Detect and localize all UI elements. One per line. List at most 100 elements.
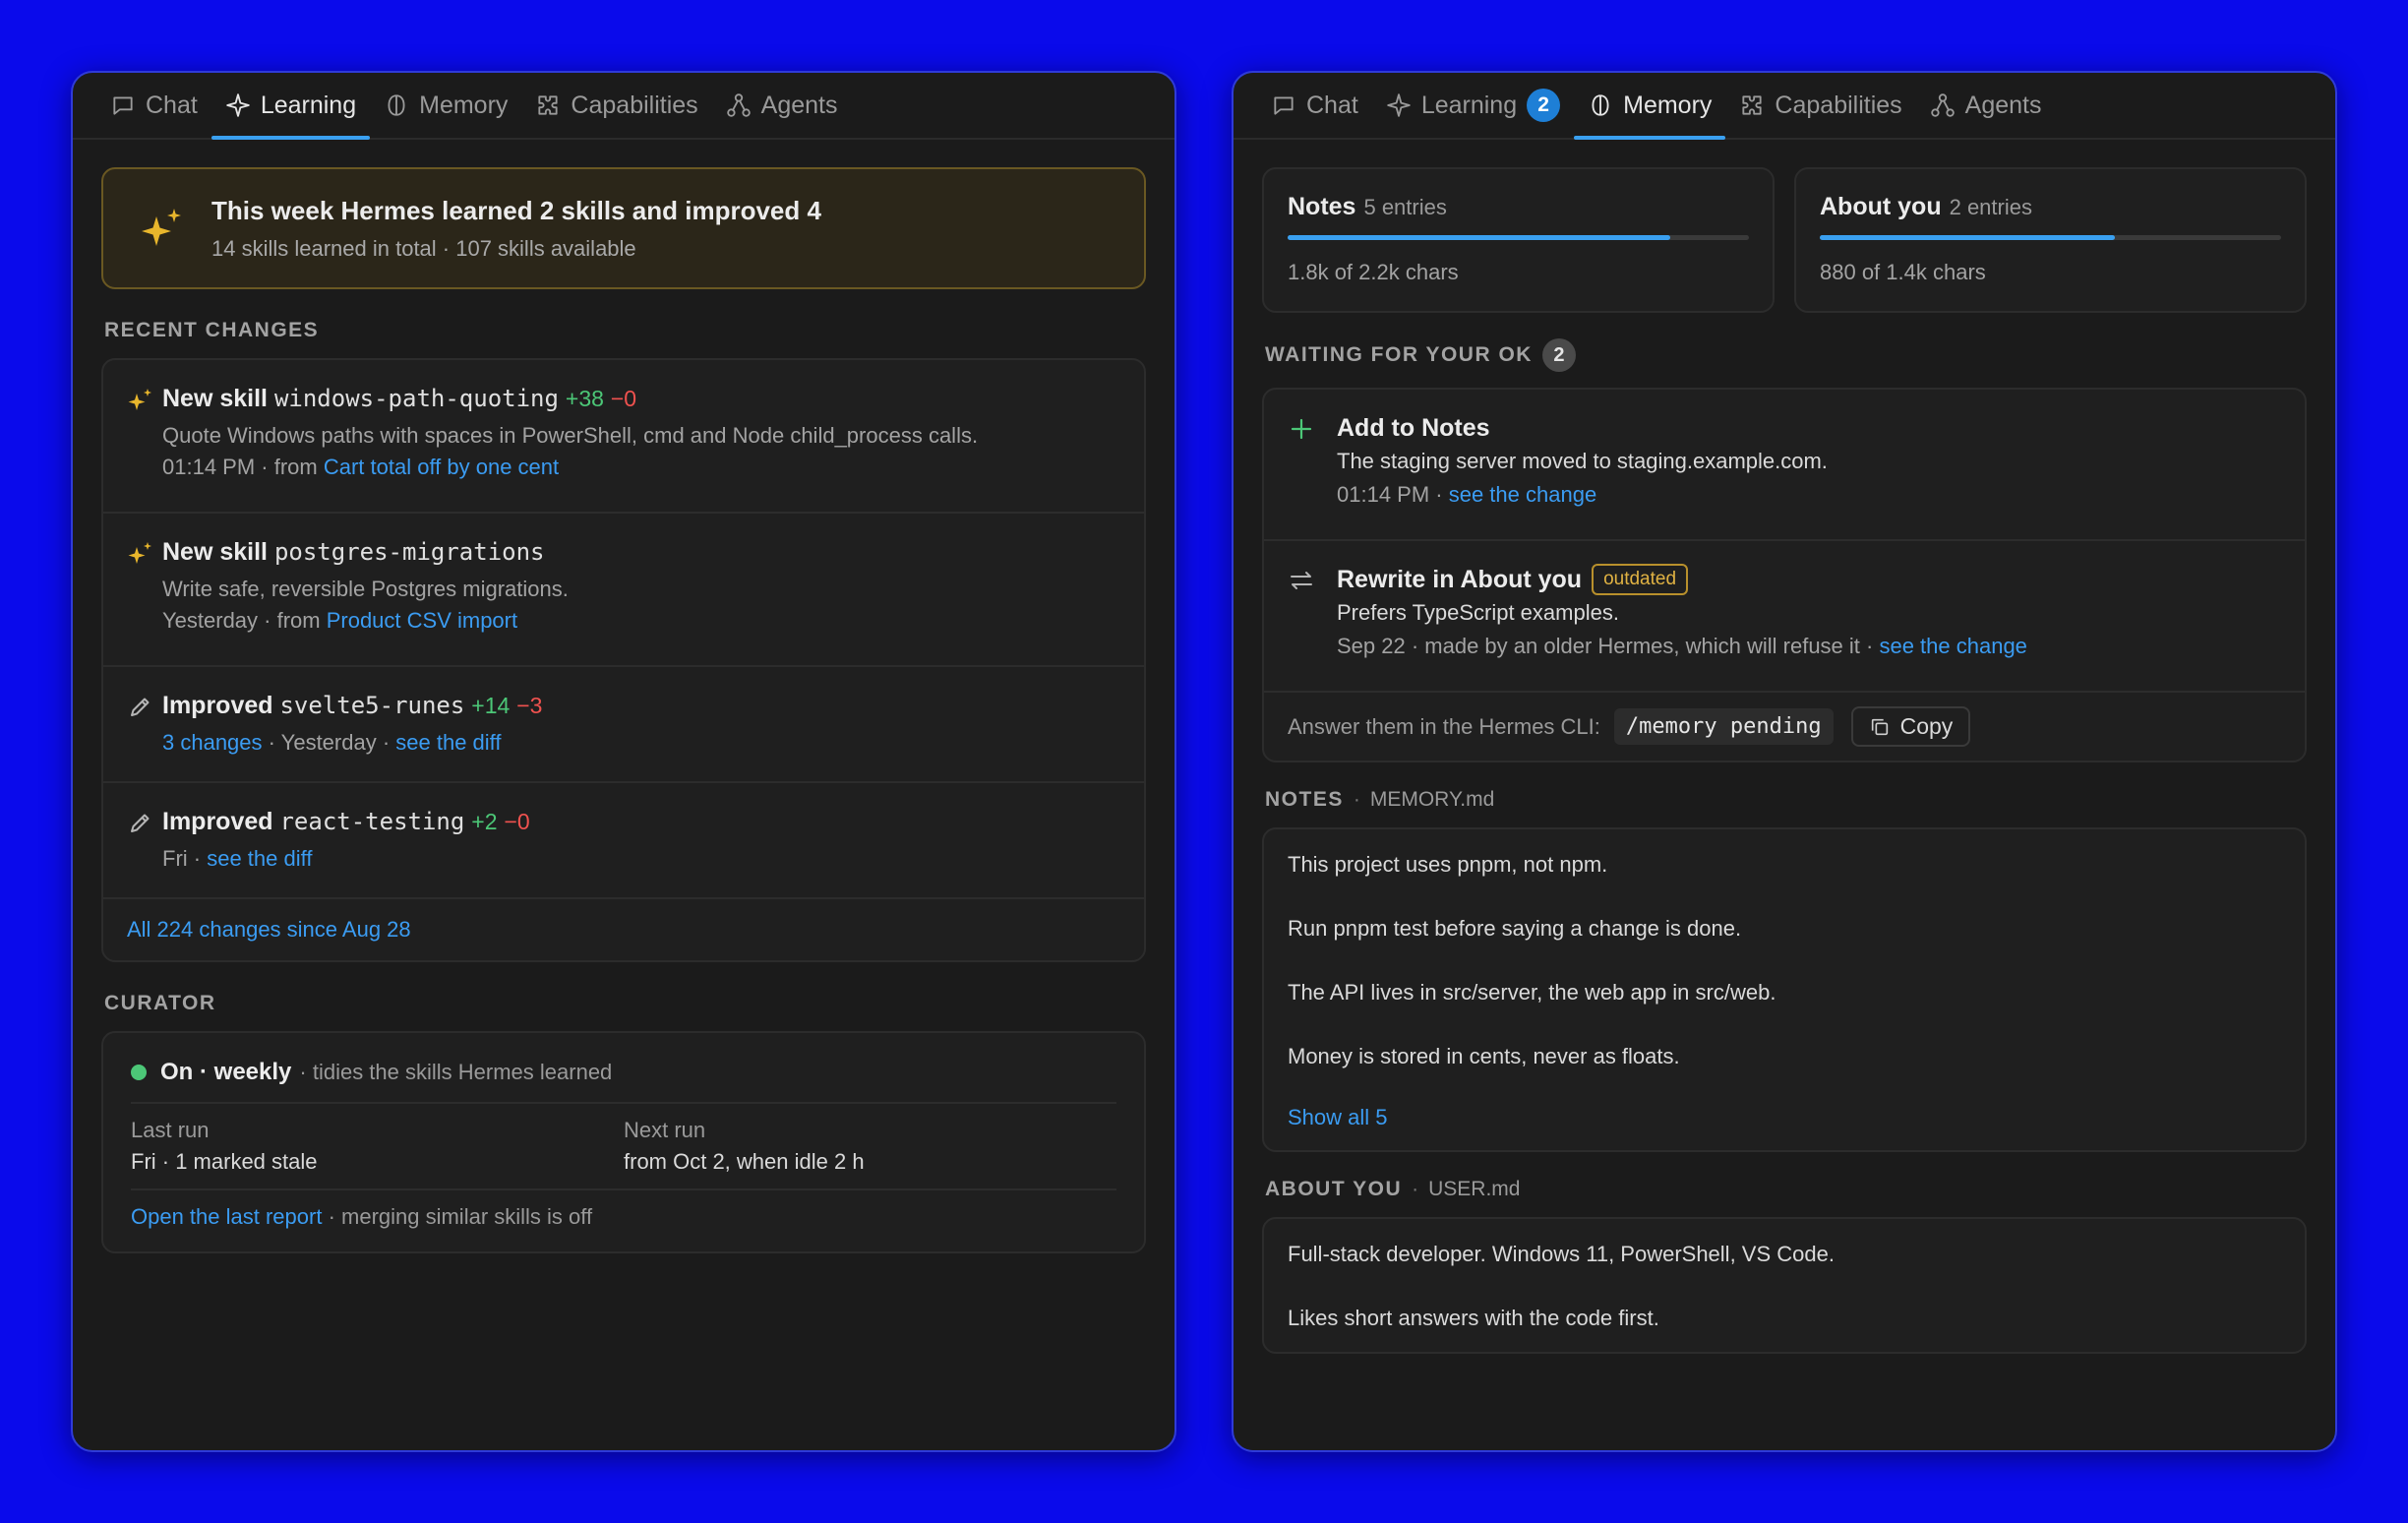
puzzle-icon (1742, 95, 1763, 115)
change-meta: Fri · (162, 846, 208, 871)
about-file: USER.md (1428, 1178, 1521, 1200)
tab-memory[interactable]: Memory (370, 73, 521, 138)
cli-text: Answer them in the Hermes CLI: (1288, 713, 1600, 739)
change-item: New skill windows-path-quoting +38 −0 Qu… (103, 360, 1144, 514)
tab-learning[interactable]: Learning 2 (1372, 73, 1574, 138)
weekly-summary-banner: This week Hermes learned 2 skills and im… (101, 167, 1146, 289)
learning-count-badge: 2 (1527, 89, 1561, 122)
notes-list: This project uses pnpm, not npm. Run pnp… (1262, 827, 2307, 1152)
next-run-label: Next run (624, 1118, 706, 1142)
diff-link[interactable]: see the diff (395, 730, 501, 755)
brain-icon (1592, 94, 1609, 116)
status-dot (131, 1065, 147, 1080)
sparkles-icon (128, 389, 151, 410)
diff-link[interactable]: see the diff (207, 846, 312, 871)
tab-capabilities[interactable]: Capabilities (1725, 73, 1915, 138)
sparkle-icon (226, 93, 250, 117)
changes-count-link[interactable]: 3 changes (162, 730, 263, 755)
show-all-link[interactable]: Show all 5 (1288, 1105, 1388, 1129)
tab-bar: Chat Learning Memory Capabilities Agents (73, 73, 1174, 140)
skill-name: windows-path-quoting (273, 385, 559, 412)
about-label: ABOUT YOU (1265, 1178, 1403, 1200)
tab-label: Chat (1306, 91, 1358, 119)
tab-agents[interactable]: Agents (1916, 73, 2056, 138)
change-description: Write safe, reversible Postgres migratio… (162, 577, 569, 601)
waiting-heading: WAITING FOR YOUR OK 2 (1265, 338, 2304, 372)
waiting-label: WAITING FOR YOUR OK (1265, 343, 1533, 366)
tab-label: Memory (419, 91, 509, 119)
lines-removed: −0 (504, 809, 530, 834)
skill-name: svelte5-runes (279, 692, 465, 719)
pending-changes-card: Add to Notes The staging server moved to… (1262, 388, 2307, 762)
plus-icon (1291, 418, 1312, 440)
puzzle-icon (538, 95, 559, 115)
note-entry: Money is stored in cents, never as float… (1288, 1044, 1680, 1068)
usage-bar (1288, 235, 1749, 240)
next-run-value: from Oct 2, when idle 2 h (624, 1149, 865, 1174)
source-link[interactable]: Product CSV import (327, 608, 517, 633)
sparkle-icon (1387, 93, 1411, 117)
copy-icon (1871, 718, 1888, 735)
lines-added: +2 (471, 809, 498, 834)
curator-status: On · weekly (160, 1059, 292, 1085)
change-kind: Improved (162, 692, 273, 719)
lines-added: +38 (565, 386, 604, 411)
curator-description: · tidies the skills Hermes learned (299, 1060, 613, 1084)
source-link[interactable]: Cart total off by one cent (324, 455, 559, 479)
change-item: New skill postgres-migrations Write safe… (103, 514, 1144, 667)
tab-label: Agents (760, 91, 838, 119)
tab-learning[interactable]: Learning (211, 73, 371, 140)
about-you-heading: ABOUT YOU · USER.md (1265, 1178, 1521, 1200)
all-changes-link[interactable]: All 224 changes since Aug 28 (127, 917, 411, 943)
recent-changes-heading: RECENT CHANGES (104, 319, 320, 341)
pending-title: Rewrite in About you (1337, 566, 1583, 593)
outdated-tag: outdated (1592, 564, 1689, 595)
pencil-icon (131, 814, 150, 832)
change-item: Improved react-testing +2 −0 Fri · see t… (103, 783, 1144, 899)
change-description: Quote Windows paths with spaces in Power… (162, 423, 979, 448)
pencil-icon (131, 698, 150, 716)
swap-icon (1291, 572, 1312, 589)
stat-count: 2 entries (1949, 195, 2032, 219)
note-entry: The API lives in src/server, the web app… (1288, 980, 1776, 1005)
banner-title: This week Hermes learned 2 skills and im… (211, 195, 821, 225)
pending-meta: Sep 22 · made by an older Hermes, which … (1337, 634, 1880, 658)
notes-label: NOTES (1265, 788, 1344, 811)
about-you-usage-card: About you 2 entries 880 of 1.4k chars (1794, 167, 2307, 313)
see-change-link[interactable]: see the change (1879, 634, 2026, 658)
lines-removed: −3 (516, 693, 543, 718)
notes-usage-card: Notes 5 entries 1.8k of 2.2k chars (1262, 167, 1775, 313)
agents-icon (726, 93, 751, 117)
last-run-label: Last run (131, 1118, 210, 1142)
cli-command: /memory pending (1613, 708, 1834, 745)
last-report-link[interactable]: Open the last report (131, 1204, 322, 1229)
banner-subtitle: 14 skills learned in total · 107 skills … (211, 235, 636, 261)
tab-capabilities[interactable]: Capabilities (521, 73, 711, 138)
note-entry: Run pnpm test before saying a change is … (1288, 916, 1742, 941)
stat-count: 5 entries (1363, 195, 1447, 219)
pending-title: Add to Notes (1337, 414, 1490, 442)
stat-title: Notes (1288, 193, 1356, 220)
recent-changes-list: New skill windows-path-quoting +38 −0 Qu… (101, 358, 1146, 962)
usage-text: 1.8k of 2.2k chars (1288, 260, 1459, 284)
lines-removed: −0 (610, 386, 637, 411)
skill-name: react-testing (279, 808, 465, 835)
tab-memory[interactable]: Memory (1574, 73, 1726, 140)
memory-panel: Chat Learning 2 Memory Capabilities Agen… (1232, 71, 2337, 1452)
copy-button[interactable]: Copy (1850, 706, 1971, 747)
about-entry: Likes short answers with the code first. (1288, 1306, 1659, 1330)
lines-added: +14 (471, 693, 511, 718)
curator-footer-text: · merging similar skills is off (322, 1204, 593, 1229)
notes-heading: NOTES · MEMORY.md (1265, 788, 1495, 811)
tab-chat[interactable]: Chat (1257, 73, 1372, 138)
change-meta: 01:14 PM · from (162, 455, 324, 479)
tab-label: Agents (1964, 91, 2042, 119)
chat-icon (1274, 96, 1294, 115)
see-change-link[interactable]: see the change (1449, 482, 1596, 507)
skill-name: postgres-migrations (273, 538, 545, 566)
tab-agents[interactable]: Agents (712, 73, 852, 138)
change-item: Improved svelte5-runes +14 −3 3 changes … (103, 667, 1144, 783)
tab-chat[interactable]: Chat (96, 73, 211, 138)
change-kind: New skill (162, 385, 268, 412)
tab-label: Capabilities (571, 91, 698, 119)
